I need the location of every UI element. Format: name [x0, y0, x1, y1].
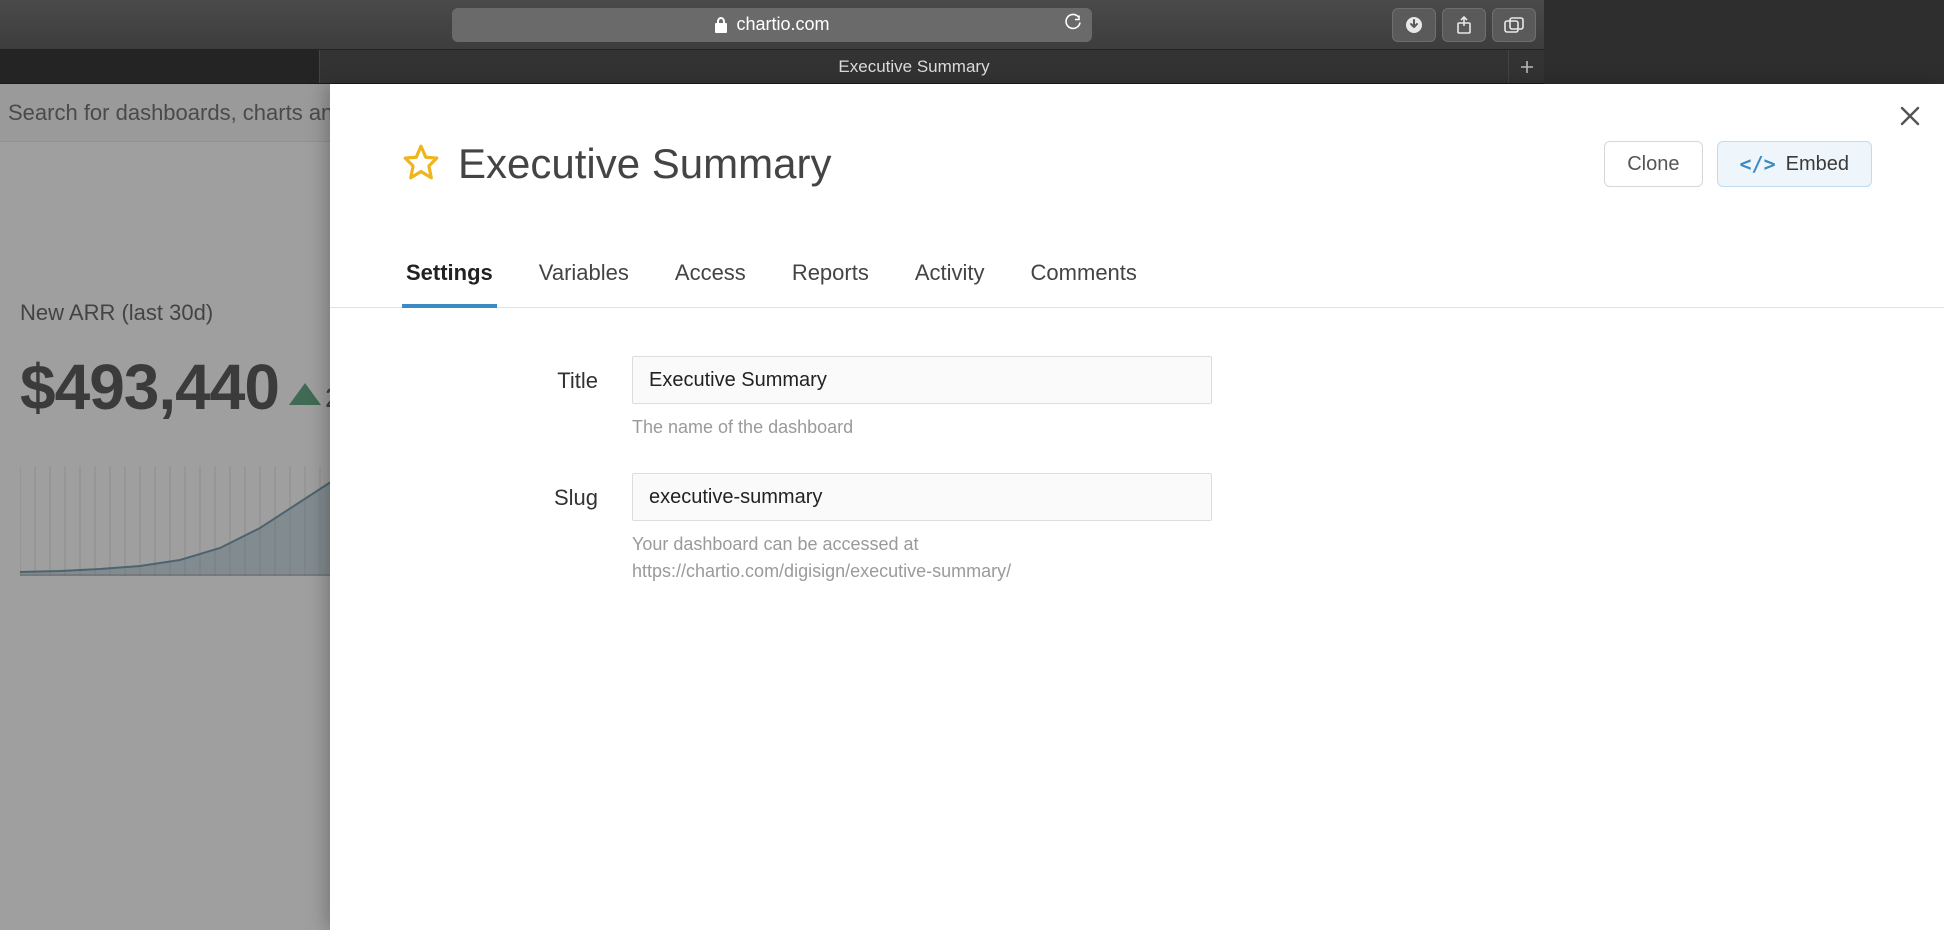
- browser-tab-active[interactable]: Executive Summary: [320, 50, 1508, 83]
- browser-tab-title: Executive Summary: [838, 57, 989, 77]
- lock-icon: [714, 17, 728, 33]
- panel-title: Executive Summary: [458, 140, 831, 188]
- settings-panel: Executive Summary Clone </> Embed Settin…: [330, 84, 1944, 930]
- downloads-icon[interactable]: [1392, 8, 1436, 42]
- browser-toolbar: chartio.com: [0, 0, 1544, 50]
- refresh-icon[interactable]: [1064, 13, 1082, 36]
- slug-input[interactable]: [632, 473, 1212, 521]
- code-icon: </>: [1740, 152, 1776, 176]
- slug-help: Your dashboard can be accessed at https:…: [632, 531, 1212, 585]
- address-domain: chartio.com: [736, 14, 829, 35]
- clone-button-label: Clone: [1627, 153, 1679, 176]
- browser-tab-blank[interactable]: [0, 50, 320, 83]
- clone-button[interactable]: Clone: [1604, 141, 1702, 187]
- star-icon[interactable]: [402, 143, 440, 186]
- title-help: The name of the dashboard: [632, 414, 1212, 441]
- tab-reports[interactable]: Reports: [788, 260, 873, 307]
- title-label: Title: [402, 356, 632, 394]
- address-bar[interactable]: chartio.com: [452, 8, 1092, 42]
- tab-comments[interactable]: Comments: [1027, 260, 1141, 307]
- embed-button-label: Embed: [1786, 153, 1849, 176]
- tabs-icon[interactable]: [1492, 8, 1536, 42]
- slug-label: Slug: [402, 473, 632, 511]
- browser-tab-strip: Executive Summary: [0, 50, 1544, 84]
- embed-button[interactable]: </> Embed: [1717, 141, 1873, 187]
- tab-variables[interactable]: Variables: [535, 260, 633, 307]
- panel-tabs: Settings Variables Access Reports Activi…: [330, 260, 1944, 308]
- tab-settings[interactable]: Settings: [402, 260, 497, 308]
- title-input[interactable]: [632, 356, 1212, 404]
- new-tab-button[interactable]: [1508, 50, 1544, 83]
- settings-form: Title The name of the dashboard Slug You…: [330, 308, 1944, 585]
- tab-access[interactable]: Access: [671, 260, 750, 307]
- tab-activity[interactable]: Activity: [911, 260, 989, 307]
- share-icon[interactable]: [1442, 8, 1486, 42]
- close-button[interactable]: [1898, 104, 1922, 133]
